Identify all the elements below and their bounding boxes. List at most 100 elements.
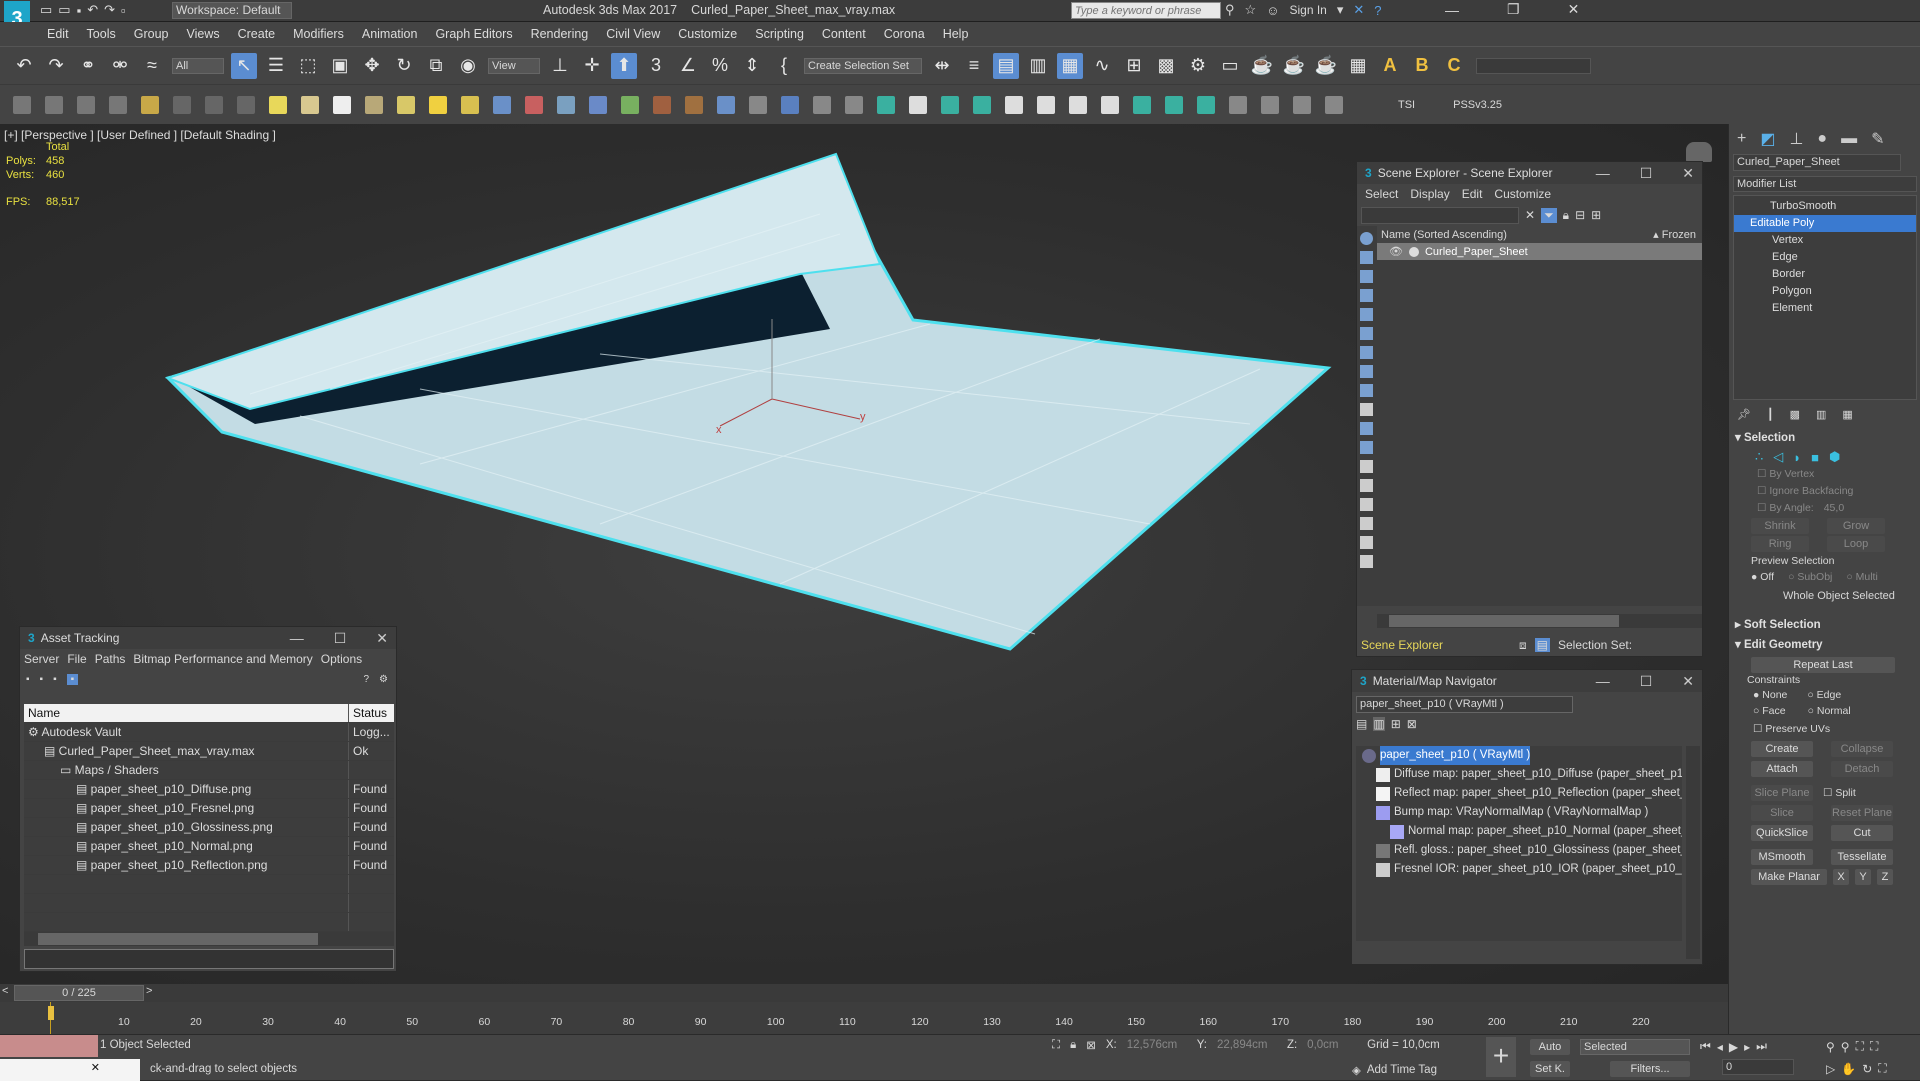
column-name[interactable]: Name	[24, 704, 349, 722]
planar-x-button[interactable]: X	[1833, 869, 1849, 885]
ribbon-icon[interactable]	[301, 95, 319, 114]
hidden-filter-icon[interactable]	[1360, 441, 1373, 454]
asset-table-row[interactable]: ▭ Maps / Shaders	[24, 761, 394, 780]
rect-selection-icon[interactable]: ⬚	[295, 53, 321, 79]
ribbon-icon[interactable]	[781, 95, 799, 114]
render-iterative-icon[interactable]: ☕	[1281, 53, 1307, 79]
user-icon[interactable]: ☺	[1266, 3, 1279, 18]
loop-button[interactable]: Loop	[1827, 536, 1885, 552]
auto-key-button[interactable]: Auto	[1530, 1039, 1570, 1055]
view-icon[interactable]: ▪	[26, 674, 30, 685]
ribbon-toggle-icon[interactable]: ▦	[1057, 52, 1083, 79]
ribbon-icon[interactable]	[589, 95, 607, 114]
msmooth-button[interactable]: MSmooth	[1751, 849, 1813, 865]
asset-tracking-titlebar[interactable]: 3 Asset Tracking — ☐ ✕	[20, 627, 396, 649]
maximize-button[interactable]: ☐	[1640, 165, 1653, 182]
create-selection-set-dropdown[interactable]: Create Selection Set	[804, 57, 922, 74]
modifier-stack-item[interactable]: Edge	[1734, 249, 1916, 266]
keyboard-shortcut-icon[interactable]: ⬆	[611, 52, 637, 79]
planar-y-button[interactable]: Y	[1855, 869, 1871, 885]
material-editor-icon[interactable]: ▩	[1153, 53, 1179, 79]
key-filter-dropdown[interactable]: Selected	[1580, 1039, 1690, 1055]
containers-filter-icon[interactable]	[1360, 403, 1373, 416]
geometry-filter-icon[interactable]	[1360, 232, 1373, 245]
menu-graph-editors[interactable]: Graph Editors	[426, 22, 521, 46]
configure-modifier-icon[interactable]: ▦	[1842, 408, 1852, 421]
by-angle-checkbox[interactable]: ☐ By Angle:	[1757, 500, 1814, 517]
collapse-button[interactable]: Collapse	[1831, 741, 1893, 757]
menu-tools[interactable]: Tools	[78, 22, 125, 46]
ribbon-icon[interactable]	[909, 95, 927, 114]
select-by-name-icon[interactable]: ☰	[263, 53, 289, 79]
menu-customize[interactable]: Customize	[669, 22, 746, 46]
ribbon-icon[interactable]	[461, 95, 479, 114]
maximize-viewport-icon[interactable]: ⛶	[1878, 1061, 1886, 1076]
zoom-all-icon[interactable]: ⚲	[1841, 1040, 1850, 1054]
tessellate-button[interactable]: Tessellate	[1831, 849, 1893, 865]
add-time-tag[interactable]: Add Time Tag	[1367, 1064, 1437, 1076]
menu-content[interactable]: Content	[813, 22, 875, 46]
menu-rendering[interactable]: Rendering	[522, 22, 598, 46]
cut-button[interactable]: Cut	[1831, 825, 1893, 841]
ribbon-icon[interactable]	[109, 95, 127, 114]
select-manipulate-icon[interactable]: ✛	[579, 53, 605, 79]
settings-icon[interactable]: ⚙	[379, 674, 388, 685]
snaps-toggle-icon[interactable]: 3	[643, 53, 669, 79]
ribbon-icon[interactable]	[1229, 95, 1247, 114]
pan-icon[interactable]: ✋	[1841, 1062, 1856, 1076]
star-icon[interactable]: ☆	[1245, 2, 1257, 18]
maxscript-listener[interactable]	[0, 1035, 98, 1057]
minimize-button[interactable]: —	[1445, 2, 1459, 18]
hierarchy-tab-icon[interactable]: ⊥	[1789, 129, 1803, 149]
filter-funnel2-icon[interactable]	[1360, 536, 1373, 549]
constraint-normal-radio[interactable]: ○ Normal	[1808, 705, 1851, 717]
zoom-extents-icon[interactable]: ⛶	[1856, 1039, 1864, 1054]
time-slider[interactable]: < 0 / 225 >	[0, 984, 1728, 1002]
maxscript-mini-listener[interactable]: ✕	[0, 1059, 140, 1081]
preview-subobj-radio[interactable]: ○ SubObj	[1788, 571, 1832, 583]
maximize-button[interactable]: ☐	[334, 630, 347, 647]
ribbon-icon[interactable]	[621, 95, 639, 114]
orbit-icon[interactable]: ↻	[1862, 1062, 1872, 1076]
reference-coord-dropdown[interactable]: View	[488, 57, 540, 74]
menu-modifiers[interactable]: Modifiers	[284, 22, 353, 46]
render-production-icon[interactable]: ☕	[1249, 53, 1275, 79]
dropdown-icon[interactable]: ▾	[1337, 2, 1344, 18]
lights-filter-icon[interactable]	[1360, 270, 1373, 283]
asset-table-row[interactable]: ▤ Curled_Paper_Sheet_max_vray.max Ok	[24, 742, 394, 761]
menu-group[interactable]: Group	[125, 22, 178, 46]
binoculars-icon[interactable]: ⚲	[1225, 2, 1235, 18]
remove-modifier-icon[interactable]: ▥	[1816, 408, 1826, 421]
next-frame-icon[interactable]: ▸	[1744, 1040, 1750, 1054]
asset-table-row[interactable]: ▤ paper_sheet_p10_Fresnel.png Found	[24, 799, 394, 818]
minimize-button[interactable]: —	[1596, 673, 1610, 690]
scale-icon[interactable]: ⧉	[423, 53, 449, 79]
vertical-scrollbar[interactable]	[1686, 746, 1700, 959]
menu-edit[interactable]: Edit	[38, 22, 78, 46]
display-tab-icon[interactable]: ▬	[1841, 130, 1857, 148]
horizontal-scrollbar[interactable]	[1377, 614, 1702, 628]
move-icon[interactable]: ✥	[359, 53, 385, 79]
maximize-button[interactable]: ☐	[1640, 673, 1653, 690]
close-button[interactable]: ✕	[1682, 673, 1694, 690]
shapes-filter-icon[interactable]	[1360, 251, 1373, 264]
material-tree-item[interactable]: Diffuse map: paper_sheet_p10_Diffuse (pa…	[1356, 765, 1682, 784]
pin-stack-icon[interactable]: 📌︎	[1737, 408, 1751, 421]
render-active-icon[interactable]: ☕	[1313, 53, 1339, 79]
ribbon-icon[interactable]	[1101, 95, 1119, 114]
modifier-stack-item[interactable]: Element	[1734, 300, 1916, 317]
selection-rollout-header[interactable]: ▾ Selection	[1729, 428, 1920, 448]
material-tree-item[interactable]: Reflect map: paper_sheet_p10_Reflection …	[1356, 784, 1682, 803]
utilities-tab-icon[interactable]: ✎	[1871, 129, 1884, 149]
ribbon-icon[interactable]	[1069, 95, 1087, 114]
pivot-icon[interactable]: ⊥	[547, 53, 573, 79]
ribbon-icon[interactable]	[845, 95, 863, 114]
repeat-last-button[interactable]: Repeat Last	[1751, 657, 1895, 673]
column-status[interactable]: Status	[349, 704, 394, 722]
selection-lock-icon[interactable]: ⛶	[1052, 1039, 1060, 1052]
ribbon-icon[interactable]	[493, 95, 511, 114]
ribbon-icon[interactable]	[45, 95, 63, 114]
current-frame-field[interactable]: 0	[1722, 1059, 1794, 1075]
asset-table-row[interactable]: ▤ paper_sheet_p10_Diffuse.png Found	[24, 780, 394, 799]
horizontal-scrollbar[interactable]	[24, 932, 394, 946]
